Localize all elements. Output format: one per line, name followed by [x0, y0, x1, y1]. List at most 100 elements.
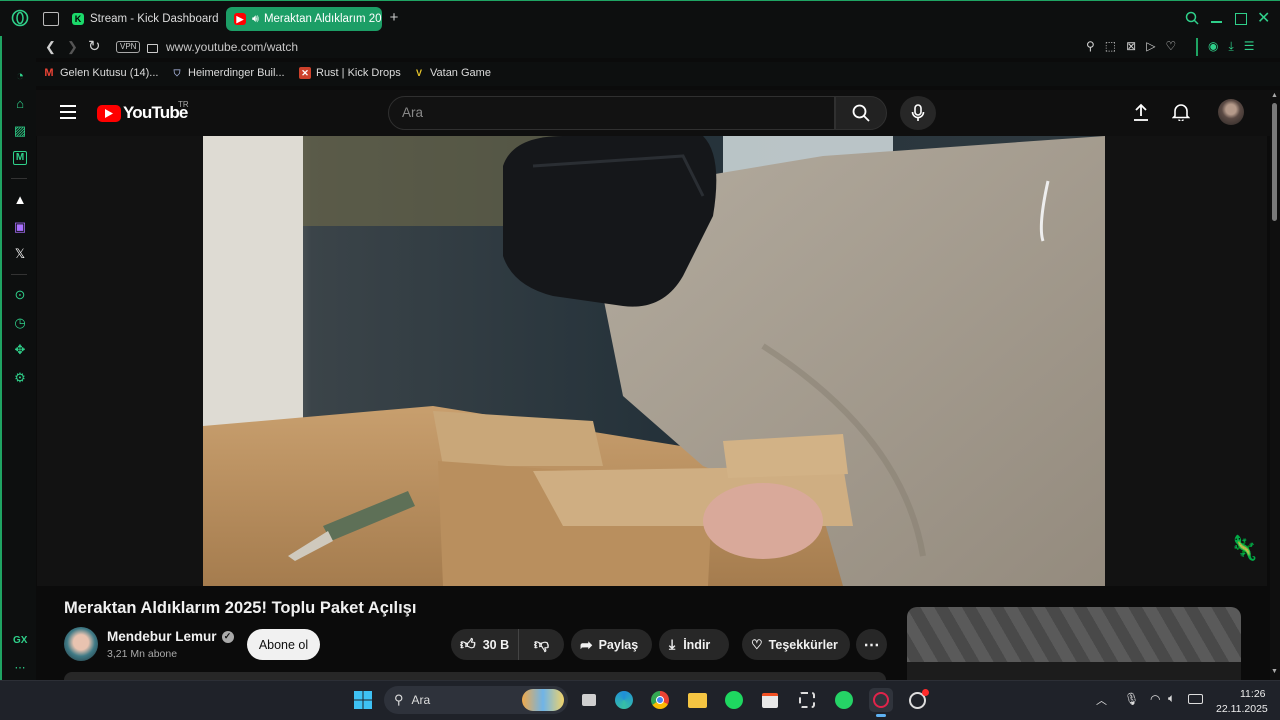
- search-button[interactable]: [835, 96, 887, 130]
- cleaner-icon[interactable]: ▨: [12, 123, 28, 139]
- bookmark-label: Heimerdinger Buil...: [188, 67, 285, 79]
- start-windows-icon[interactable]: [351, 688, 375, 712]
- gx-control-icon[interactable]: ◔: [12, 68, 28, 84]
- reload-icon[interactable]: ↻: [88, 37, 101, 55]
- more-actions-button[interactable]: ⋯: [856, 629, 887, 660]
- tab-youtube-video[interactable]: ▶ 🔊︎ Meraktan Aldıklarım 20: [226, 7, 382, 31]
- search-icon: ⚲: [394, 692, 404, 707]
- share-icon: ➦: [580, 636, 593, 654]
- channel-name[interactable]: Mendebur Lemur ✓: [107, 629, 234, 644]
- channel-watermark-icon[interactable]: 🦎: [1229, 534, 1259, 563]
- whatsapp-icon[interactable]: [832, 688, 856, 712]
- thanks-button[interactable]: ♡ Teşekkürler: [742, 629, 850, 660]
- battery-icon[interactable]: [1188, 694, 1203, 704]
- thumbs-up-icon: 👍︎: [460, 635, 476, 653]
- maximize-icon[interactable]: [1235, 13, 1247, 25]
- search-placeholder: Ara: [402, 105, 424, 120]
- tray-overflow-icon[interactable]: ︿: [1096, 692, 1107, 708]
- pin-icon[interactable]: ⚲: [1086, 39, 1095, 53]
- twitch-icon[interactable]: ▣: [12, 219, 28, 235]
- gx-corner-icon[interactable]: ⌂: [12, 96, 28, 112]
- youtube-logo[interactable]: YouTube: [97, 103, 188, 123]
- settings-icon[interactable]: ⚙: [12, 370, 28, 386]
- opera-gx-taskbar-icon[interactable]: [869, 688, 893, 712]
- ad-banner-bottom: [907, 662, 1241, 680]
- vpn-badge[interactable]: VPN: [116, 41, 141, 53]
- task-view-icon[interactable]: [577, 688, 601, 712]
- edge-icon[interactable]: [612, 688, 636, 712]
- more-icon[interactable]: ⋯: [12, 660, 28, 676]
- lock-icon[interactable]: [147, 44, 158, 53]
- back-icon[interactable]: ❮: [45, 39, 56, 55]
- opera-gx-logo[interactable]: [11, 9, 29, 27]
- rust-icon: ✕: [299, 67, 311, 79]
- volume-icon[interactable]: 🔈︎: [1168, 691, 1175, 706]
- taskbar-search-label: Ara: [411, 693, 431, 707]
- tab-kick-dashboard[interactable]: K Stream - Kick Dashboard: [64, 7, 220, 31]
- menu-icon[interactable]: ☰: [1244, 39, 1255, 54]
- verified-icon: ✓: [221, 630, 234, 643]
- subscribe-button[interactable]: Abone ol: [247, 629, 320, 660]
- file-explorer-icon[interactable]: [685, 688, 709, 712]
- search-tabs-icon[interactable]: [1185, 11, 1199, 30]
- like-dislike-group: 👍︎ 30 B 👎︎: [451, 629, 564, 660]
- scrollbar-thumb[interactable]: [1272, 103, 1277, 221]
- video-frame[interactable]: [203, 136, 1105, 586]
- gx-label[interactable]: GX: [13, 635, 27, 646]
- extensions-icon[interactable]: ✥: [12, 342, 28, 358]
- tray-microphone-icon[interactable]: 🎙︎: [1124, 692, 1139, 706]
- aria-icon[interactable]: ▲: [12, 192, 28, 208]
- bookmark-label: Gelen Kutusu (14)...: [60, 67, 159, 79]
- channel-avatar[interactable]: [64, 627, 98, 661]
- sidebar-ad-banner[interactable]: [907, 607, 1241, 680]
- bookmark-rust[interactable]: ✕ Rust | Kick Drops: [299, 67, 401, 79]
- url-field[interactable]: www.youtube.com/watch: [166, 40, 298, 54]
- toolbar-right-icons: ◉ ⤓ ☰: [1208, 39, 1255, 54]
- wifi-icon[interactable]: ◠: [1150, 692, 1160, 706]
- account-icon[interactable]: ◉: [1208, 39, 1218, 54]
- search-highlight-image: [522, 689, 564, 711]
- new-tab-button[interactable]: +: [387, 10, 401, 26]
- bookmark-label: Rust | Kick Drops: [316, 67, 401, 79]
- sidebar-divider: [11, 274, 27, 275]
- history-icon[interactable]: ◷: [12, 315, 28, 331]
- download-icon[interactable]: ⤓: [1228, 39, 1233, 54]
- video-player[interactable]: 🦎: [37, 136, 1267, 586]
- bookmark-gmail[interactable]: M Gelen Kutusu (14)...: [43, 67, 158, 79]
- clock-date[interactable]: 22.11.2025: [1216, 703, 1268, 715]
- notifications-bell-icon[interactable]: [1171, 103, 1191, 126]
- store-icon[interactable]: [758, 688, 782, 712]
- download-button[interactable]: ⤓ İndir: [659, 629, 729, 660]
- voice-search-button[interactable]: [900, 96, 936, 130]
- share-button[interactable]: ➦ Paylaş: [571, 629, 652, 660]
- send-icon[interactable]: ▷: [1146, 39, 1155, 53]
- clock-time[interactable]: 11:26: [1240, 688, 1266, 700]
- bookmark-vatan[interactable]: V Vatan Game: [413, 67, 491, 79]
- snapshot-icon[interactable]: ⬚: [1105, 39, 1116, 53]
- scroll-down-arrow[interactable]: ▼: [1271, 668, 1278, 675]
- block-icon[interactable]: ⊠: [1126, 39, 1136, 53]
- address-bar-tools: ⚲ ⬚ ⊠ ▷ ♡: [1086, 39, 1176, 53]
- minimize-icon[interactable]: [1211, 21, 1222, 23]
- search-input[interactable]: Ara: [388, 96, 835, 130]
- bookmark-heimerdinger[interactable]: ⛉ Heimerdinger Buil...: [171, 67, 285, 79]
- player-icon[interactable]: ⊙: [12, 287, 28, 303]
- x-twitter-icon[interactable]: 𝕏: [12, 246, 28, 262]
- dislike-button[interactable]: 👎︎: [519, 636, 564, 654]
- heart-icon[interactable]: ♡: [1165, 39, 1176, 53]
- tab-manager-icon[interactable]: [43, 12, 59, 26]
- notification-dot: [922, 689, 929, 696]
- hamburger-menu-icon[interactable]: [60, 105, 76, 119]
- taskbar-search[interactable]: ⚲ Ara: [384, 686, 568, 714]
- scroll-up-arrow[interactable]: ▲: [1271, 92, 1278, 99]
- account-avatar[interactable]: [1218, 99, 1244, 125]
- forward-icon[interactable]: ❯: [67, 39, 78, 55]
- chrome-icon[interactable]: [648, 688, 672, 712]
- spotify-icon[interactable]: [722, 688, 746, 712]
- messenger-icon[interactable]: M: [13, 151, 27, 165]
- like-button[interactable]: 👍︎ 30 B: [451, 629, 519, 660]
- close-icon[interactable]: ✕: [1257, 8, 1270, 28]
- speaker-icon[interactable]: 🔊︎: [252, 13, 259, 26]
- snipping-tool-icon[interactable]: [795, 688, 819, 712]
- upload-icon[interactable]: [1132, 103, 1150, 126]
